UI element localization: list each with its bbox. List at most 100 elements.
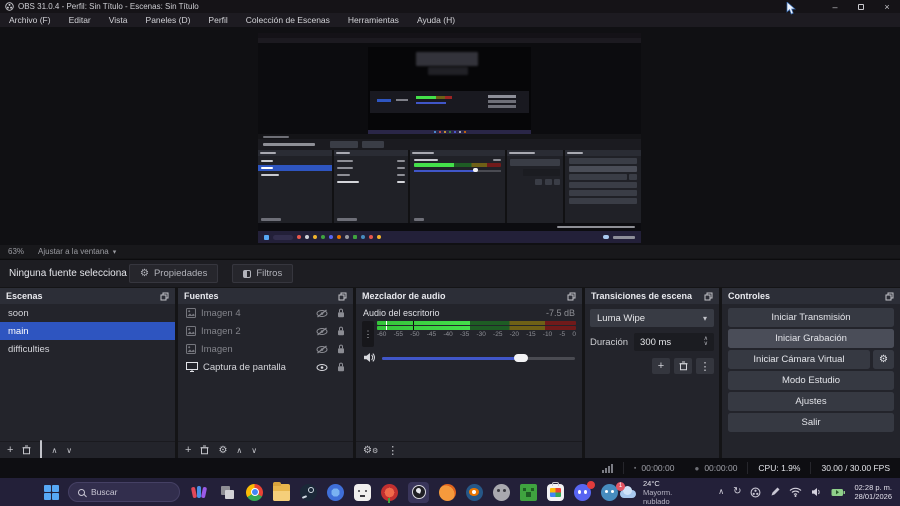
menu-vista[interactable]: Vista: [100, 13, 137, 27]
move-source-down-button[interactable]: ∨: [251, 446, 257, 455]
visibility-toggle[interactable]: [316, 309, 328, 318]
duration-spinbox[interactable]: 300 ms ∧ ∨: [634, 333, 714, 351]
properties-button[interactable]: ⚙ Propiedades: [129, 264, 219, 283]
scene-item[interactable]: main: [0, 322, 175, 340]
minecraft-icon[interactable]: [520, 483, 537, 501]
mixer-source-menu-button[interactable]: ⋮: [362, 321, 374, 347]
sync-icon[interactable]: ↻: [733, 487, 741, 497]
controls-header[interactable]: Controles: [722, 288, 900, 304]
add-scene-button[interactable]: +: [7, 444, 13, 456]
start-recording-button[interactable]: Iniciar Grabación: [728, 329, 894, 348]
store-icon[interactable]: [547, 481, 564, 501]
remove-source-button[interactable]: [200, 445, 209, 455]
source-item[interactable]: Imagen 2: [178, 322, 353, 340]
visibility-toggle[interactable]: [316, 327, 328, 336]
add-source-button[interactable]: +: [185, 444, 191, 456]
popout-icon[interactable]: [567, 292, 576, 301]
source-item[interactable]: Captura de pantalla: [178, 358, 353, 376]
scene-filters-button[interactable]: [40, 440, 43, 459]
gimp-icon[interactable]: [493, 483, 510, 501]
menu-editar[interactable]: Editar: [60, 13, 100, 27]
transitions-header[interactable]: Transiciones de escena: [585, 288, 719, 304]
volume-slider-handle[interactable]: [513, 353, 528, 362]
move-scene-down-button[interactable]: ∨: [66, 446, 72, 455]
virtual-camera-settings-button[interactable]: ⚙: [873, 350, 894, 369]
menu-herramientas[interactable]: Herramientas: [339, 13, 408, 27]
popout-icon[interactable]: [885, 292, 894, 301]
visibility-toggle[interactable]: [316, 363, 328, 372]
pen-icon[interactable]: [770, 487, 780, 497]
scene-item[interactable]: difficulties: [0, 340, 175, 358]
move-source-up-button[interactable]: ∧: [236, 446, 242, 455]
remove-scene-button[interactable]: [22, 445, 31, 455]
chrome-icon[interactable]: [246, 483, 263, 501]
menu-coleccion-escenas[interactable]: Colección de Escenas: [237, 13, 339, 27]
remove-transition-button[interactable]: [674, 358, 692, 374]
task-view-icon[interactable]: [219, 484, 236, 501]
studio-mode-button[interactable]: Modo Estudio: [728, 371, 894, 390]
restore-button[interactable]: [848, 0, 874, 13]
menu-archivo[interactable]: Archivo (F): [0, 13, 60, 27]
lock-toggle[interactable]: [337, 344, 345, 354]
weather-widget[interactable]: 1 24°C Mayorm. nublado: [616, 479, 699, 506]
speaker-tray-icon[interactable]: [811, 487, 822, 497]
visibility-toggle[interactable]: [316, 345, 328, 354]
title-bar: OBS 31.0.4 - Perfil: Sin Título - Escena…: [0, 0, 900, 13]
transition-select[interactable]: Luma Wipe ▾: [590, 309, 714, 327]
close-button[interactable]: ×: [874, 0, 900, 13]
mixer-menu-button[interactable]: ⋮: [387, 444, 398, 457]
discord-icon[interactable]: [574, 480, 595, 501]
menu-ayuda[interactable]: Ayuda (H): [408, 13, 464, 27]
character-app-icon[interactable]: [354, 483, 371, 501]
photos-app-icon[interactable]: [327, 483, 344, 501]
popout-icon[interactable]: [704, 292, 713, 301]
lock-toggle[interactable]: [337, 326, 345, 336]
source-item[interactable]: Imagen: [178, 340, 353, 358]
start-button[interactable]: [44, 484, 59, 500]
file-explorer-icon[interactable]: [273, 481, 290, 501]
search-icon: [78, 488, 85, 496]
source-properties-button[interactable]: ⚙: [218, 445, 227, 456]
menu-perfil[interactable]: Perfil: [199, 13, 236, 27]
mini-source-toolbar: [258, 139, 641, 150]
lock-toggle[interactable]: [337, 308, 345, 318]
mixer-header[interactable]: Mezclador de audio: [356, 288, 582, 304]
windows-taskbar: Buscar 1 24°C Mayorm. nublado ∧ ↻ 02:28 …: [0, 478, 900, 506]
obs-tray-icon[interactable]: [750, 487, 761, 498]
advanced-audio-icon[interactable]: ⚙⚙: [363, 445, 378, 456]
start-streaming-button[interactable]: Iniciar Transmisión: [728, 308, 894, 327]
taskbar-clock[interactable]: 02:28 p. m. 28/01/2026: [854, 483, 892, 502]
fit-to-window[interactable]: Ajustar a la ventana ▾: [38, 247, 116, 256]
minimize-button[interactable]: –: [822, 0, 848, 13]
spin-arrows-icon[interactable]: ∧ ∨: [704, 336, 708, 347]
wifi-icon[interactable]: [789, 487, 802, 497]
tray-chevron-icon[interactable]: ∧: [718, 488, 724, 496]
move-scene-up-button[interactable]: ∧: [51, 446, 57, 455]
popout-icon[interactable]: [160, 292, 169, 301]
start-virtual-camera-button[interactable]: Iniciar Cámara Virtual: [728, 350, 870, 369]
steam-icon[interactable]: [300, 483, 317, 501]
settings-button[interactable]: Ajustes: [728, 392, 894, 411]
popout-icon[interactable]: [338, 292, 347, 301]
fl-studio-icon[interactable]: [439, 483, 456, 501]
scenes-header[interactable]: Escenas: [0, 288, 175, 304]
volume-slider[interactable]: [382, 353, 575, 362]
filters-button[interactable]: Filtros: [232, 264, 294, 283]
lock-toggle[interactable]: [337, 362, 345, 372]
status-bar: ▪ 00:00:00 ● 00:00:00 CPU: 1.9% 30.00 / …: [0, 458, 900, 478]
menu-paneles[interactable]: Paneles (D): [137, 13, 200, 27]
scene-item[interactable]: soon: [0, 304, 175, 322]
blender-icon[interactable]: [466, 483, 483, 501]
exit-button[interactable]: Salir: [728, 413, 894, 432]
battery-icon[interactable]: [831, 488, 846, 497]
sources-header[interactable]: Fuentes: [178, 288, 353, 304]
add-transition-button[interactable]: +: [652, 358, 670, 374]
source-item[interactable]: Imagen 4: [178, 304, 353, 322]
obs-taskbar-icon[interactable]: [408, 481, 429, 503]
widgets-icon[interactable]: [190, 484, 209, 501]
transition-menu-button[interactable]: ⋮: [696, 358, 714, 374]
fireworks-app-icon[interactable]: [381, 483, 398, 503]
preview-canvas-screen-capture[interactable]: [258, 33, 641, 243]
taskbar-search[interactable]: Buscar: [68, 482, 180, 502]
speaker-icon[interactable]: [363, 352, 376, 363]
